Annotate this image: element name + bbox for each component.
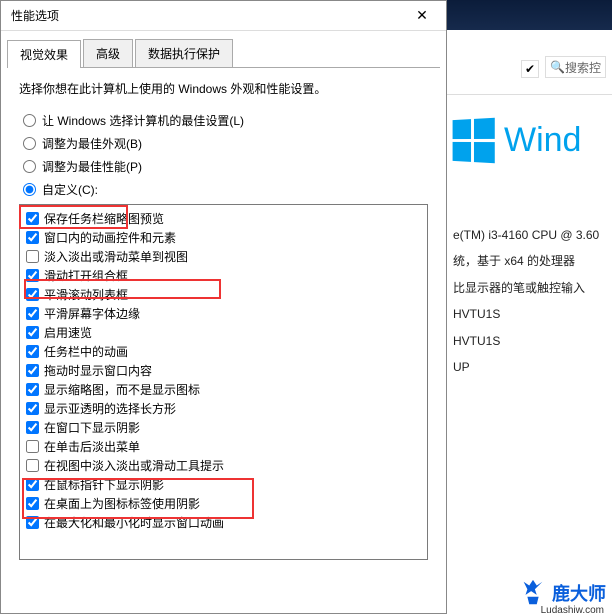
system-info-line: HVTU1S <box>453 301 612 327</box>
checkbox-label: 窗口内的动画控件和元素 <box>44 229 176 246</box>
radio-label: 让 Windows 选择计算机的最佳设置(L) <box>42 112 244 129</box>
checkbox-input[interactable] <box>26 402 39 415</box>
system-info-line: UP <box>453 354 612 380</box>
checkbox-input[interactable] <box>26 307 39 320</box>
windows-logo-text: Wind <box>504 121 581 160</box>
list-item[interactable]: 平滑屏幕字体边缘 <box>22 304 425 323</box>
search-input[interactable]: 🔍 搜索控 <box>545 56 606 78</box>
checkbox-input[interactable] <box>26 231 39 244</box>
background-titlebar <box>447 0 612 30</box>
list-item[interactable]: 平滑滚动列表框 <box>22 285 425 304</box>
system-info-panel: e(TM) i3-4160 CPU @ 3.60统，基于 x64 的处理器比显示… <box>453 222 612 380</box>
checkbox-input[interactable] <box>26 440 39 453</box>
checkbox-input[interactable] <box>26 383 39 396</box>
checkbox-label: 在单击后淡出菜单 <box>44 438 140 455</box>
system-info-line: e(TM) i3-4160 CPU @ 3.60 <box>453 222 612 248</box>
system-info-line: HVTU1S <box>453 328 612 354</box>
background-system-window: ✔ 🔍 搜索控 Wind e(TM) i3-4160 CPU @ 3.60统，基… <box>447 0 612 614</box>
tabs-row: 视觉效果 高级 数据执行保护 <box>7 39 440 68</box>
close-button[interactable]: ✕ <box>402 2 442 30</box>
windows-logo-icon <box>453 118 495 164</box>
list-item[interactable]: 在窗口下显示阴影 <box>22 418 425 437</box>
list-item[interactable]: 任务栏中的动画 <box>22 342 425 361</box>
checkbox-label: 任务栏中的动画 <box>44 343 128 360</box>
checkbox-input[interactable] <box>26 364 39 377</box>
checkbox-label: 在视图中淡入淡出或滑动工具提示 <box>44 457 224 474</box>
background-toolbar: ✔ 🔍 搜索控 <box>447 30 612 95</box>
list-item[interactable]: 窗口内的动画控件和元素 <box>22 228 425 247</box>
checkbox-label: 平滑屏幕字体边缘 <box>44 305 140 322</box>
checkbox-input[interactable] <box>26 212 39 225</box>
watermark: 鹿大师 <box>518 578 606 608</box>
list-item[interactable]: 滑动打开组合框 <box>22 266 425 285</box>
tab-visual-effects[interactable]: 视觉效果 <box>7 40 81 68</box>
checkbox-input[interactable] <box>26 269 39 282</box>
list-item[interactable]: 在最大化和最小化时显示窗口动画 <box>22 513 425 532</box>
checkbox-label: 滑动打开组合框 <box>44 267 128 284</box>
tab-advanced[interactable]: 高级 <box>83 39 133 67</box>
search-placeholder: 搜索控 <box>565 59 601 76</box>
list-item[interactable]: 拖动时显示窗口内容 <box>22 361 425 380</box>
tab-dep[interactable]: 数据执行保护 <box>135 39 233 67</box>
visual-effects-checklist[interactable]: 保存任务栏缩略图预览窗口内的动画控件和元素淡入淡出或滑动菜单到视图滑动打开组合框… <box>19 204 428 560</box>
radio-label: 调整为最佳外观(B) <box>42 135 142 152</box>
checkbox-label: 显示缩略图，而不是显示图标 <box>44 381 200 398</box>
description-text: 选择你想在此计算机上使用的 Windows 外观和性能设置。 <box>19 80 428 98</box>
checkbox-input[interactable] <box>26 250 39 263</box>
dialog-content: 选择你想在此计算机上使用的 Windows 外观和性能设置。 让 Windows… <box>1 68 446 613</box>
checkbox-input[interactable] <box>26 326 39 339</box>
list-item[interactable]: 在桌面上为图标标签使用阴影 <box>22 494 425 513</box>
checkbox-label: 拖动时显示窗口内容 <box>44 362 152 379</box>
deer-icon <box>518 578 548 608</box>
checkbox-input[interactable] <box>26 516 39 529</box>
watermark-url: Ludashiw.com <box>541 605 604 616</box>
radio-input[interactable] <box>23 183 36 196</box>
dialog-title: 性能选项 <box>11 7 59 24</box>
list-item[interactable]: 淡入淡出或滑动菜单到视图 <box>22 247 425 266</box>
performance-options-dialog: 性能选项 ✕ 视觉效果 高级 数据执行保护 选择你想在此计算机上使用的 Wind… <box>0 0 447 614</box>
checkbox-label: 平滑滚动列表框 <box>44 286 128 303</box>
checkbox-label: 启用速览 <box>44 324 92 341</box>
system-info-line: 比显示器的笔或触控输入 <box>453 275 612 301</box>
checkbox-label: 在鼠标指针下显示阴影 <box>44 476 164 493</box>
radio-input[interactable] <box>23 160 36 173</box>
search-icon: 🔍 <box>550 60 565 74</box>
checkbox-label: 淡入淡出或滑动菜单到视图 <box>44 248 188 265</box>
list-item[interactable]: 在单击后淡出菜单 <box>22 437 425 456</box>
checkbox-label: 在窗口下显示阴影 <box>44 419 140 436</box>
checkbox-label: 在桌面上为图标标签使用阴影 <box>44 495 200 512</box>
checkbox-input[interactable] <box>26 497 39 510</box>
radio-best-performance[interactable]: 调整为最佳性能(P) <box>23 158 428 175</box>
radio-label: 调整为最佳性能(P) <box>42 158 142 175</box>
watermark-text: 鹿大师 <box>552 580 606 606</box>
radio-input[interactable] <box>23 137 36 150</box>
checkbox-label: 保存任务栏缩略图预览 <box>44 210 164 227</box>
checkbox-input[interactable] <box>26 288 39 301</box>
radio-label: 自定义(C): <box>42 181 98 198</box>
radio-let-windows-decide[interactable]: 让 Windows 选择计算机的最佳设置(L) <box>23 112 428 129</box>
list-item[interactable]: 在鼠标指针下显示阴影 <box>22 475 425 494</box>
checkmark-icon[interactable]: ✔ <box>521 60 539 78</box>
radio-custom[interactable]: 自定义(C): <box>23 181 428 198</box>
checkbox-input[interactable] <box>26 459 39 472</box>
list-item[interactable]: 显示亚透明的选择长方形 <box>22 399 425 418</box>
checkbox-label: 显示亚透明的选择长方形 <box>44 400 176 417</box>
checkbox-label: 在最大化和最小化时显示窗口动画 <box>44 514 224 531</box>
titlebar: 性能选项 ✕ <box>1 1 446 31</box>
list-item[interactable]: 启用速览 <box>22 323 425 342</box>
list-item[interactable]: 保存任务栏缩略图预览 <box>22 209 425 228</box>
checkbox-input[interactable] <box>26 478 39 491</box>
checkbox-input[interactable] <box>26 345 39 358</box>
radio-best-appearance[interactable]: 调整为最佳外观(B) <box>23 135 428 152</box>
windows-logo: Wind <box>451 119 612 162</box>
list-item[interactable]: 在视图中淡入淡出或滑动工具提示 <box>22 456 425 475</box>
checkbox-input[interactable] <box>26 421 39 434</box>
system-info-line: 统，基于 x64 的处理器 <box>453 248 612 274</box>
radio-input[interactable] <box>23 114 36 127</box>
close-icon: ✕ <box>416 7 428 24</box>
list-item[interactable]: 显示缩略图，而不是显示图标 <box>22 380 425 399</box>
